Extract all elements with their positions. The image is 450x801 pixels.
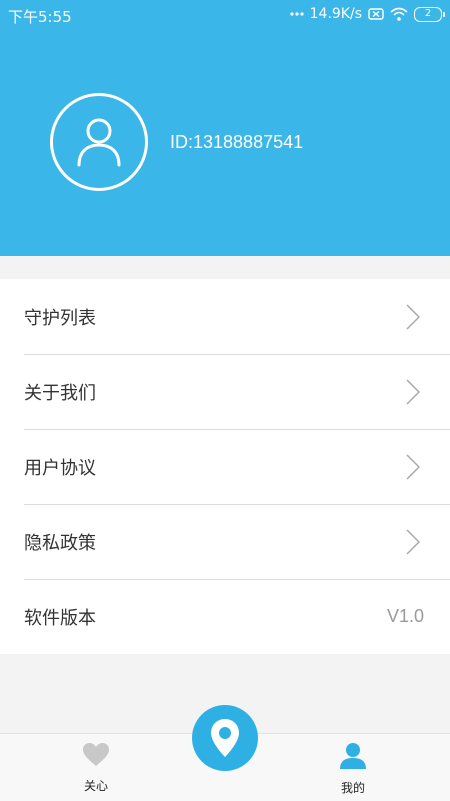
menu-item-label: 用户协议 (24, 457, 96, 479)
tab-mine[interactable]: 我的 (303, 742, 403, 796)
menu-item-label: 关于我们 (24, 382, 96, 404)
chevron-right-icon (406, 529, 420, 555)
version-value: V1.0 (386, 606, 424, 626)
status-bar: 下午5:55 14.9K/s 2 (0, 0, 450, 32)
tab-care[interactable]: 关心 (46, 742, 146, 794)
user-id-text: ID:13188887541 (170, 132, 304, 152)
tab-label: 关心 (83, 779, 108, 793)
menu-item-label: 软件版本 (24, 607, 96, 629)
user-icon (77, 118, 121, 167)
menu-item-software-version: 软件版本 V1.0 (0, 579, 450, 654)
menu-item-user-agreement[interactable]: 用户协议 (0, 429, 450, 504)
tab-label: 我的 (340, 781, 365, 795)
chevron-right-icon (406, 379, 420, 405)
network-speed: 14.9K/s (309, 6, 362, 22)
settings-menu: 守护列表 关于我们 用户协议 隐私政策 软件版本 V1.0 (0, 279, 450, 654)
status-time: 下午5:55 (8, 8, 72, 26)
more-dots-icon (290, 12, 304, 16)
user-icon (340, 743, 366, 769)
menu-item-privacy-policy[interactable]: 隐私政策 (0, 504, 450, 579)
battery-icon: 2 (414, 6, 445, 22)
menu-item-label: 隐私政策 (24, 532, 96, 554)
location-button[interactable] (192, 705, 258, 771)
status-indicators: 14.9K/s 2 (290, 6, 445, 22)
no-sim-icon (368, 8, 384, 20)
menu-item-label: 守护列表 (24, 307, 96, 329)
heart-icon (83, 743, 109, 766)
chevron-right-icon (406, 304, 420, 330)
profile-header: ID:13188887541 (0, 0, 450, 256)
avatar[interactable] (50, 93, 148, 191)
wifi-icon (390, 7, 408, 21)
chevron-right-icon (406, 454, 420, 480)
location-pin-icon (211, 719, 239, 757)
menu-item-about-us[interactable]: 关于我们 (0, 354, 450, 429)
menu-item-guard-list[interactable]: 守护列表 (0, 279, 450, 354)
